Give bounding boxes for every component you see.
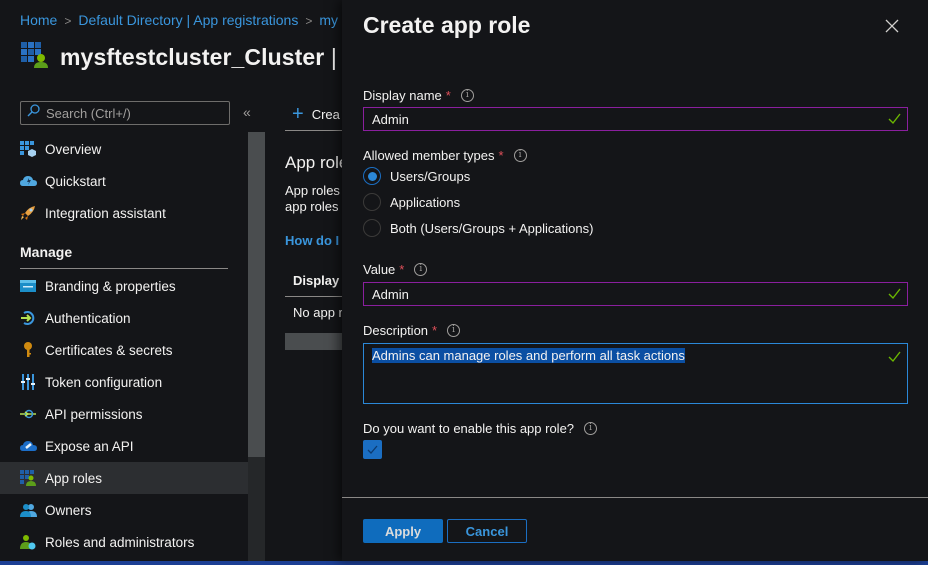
display-name-field[interactable] <box>363 107 908 131</box>
cloud-lightning-icon <box>19 172 37 190</box>
required-marker: * <box>498 148 504 163</box>
overview-grid-icon <box>19 140 37 158</box>
description-textarea[interactable]: Admins can manage roles and perform all … <box>363 343 908 404</box>
app-registration-icon <box>20 40 50 75</box>
sidebar-item-token-configuration[interactable]: Token configuration <box>0 366 248 398</box>
enable-checkbox[interactable] <box>363 440 382 459</box>
apply-button[interactable]: Apply <box>363 519 443 543</box>
chevron-right-icon: > <box>305 14 313 28</box>
breadcrumb-home[interactable]: Home <box>20 12 57 28</box>
panel-title: Create app role <box>363 12 531 38</box>
authentication-icon <box>19 309 37 327</box>
sidebar-section-manage: Manage <box>20 244 73 260</box>
breadcrumb-app[interactable]: my <box>319 12 338 28</box>
sidebar-divider <box>20 268 228 269</box>
display-name-input[interactable] <box>372 111 907 127</box>
sidebar-item-expose-api[interactable]: Expose an API <box>0 430 248 462</box>
key-icon <box>19 341 37 359</box>
info-icon[interactable]: i <box>460 89 474 102</box>
owners-icon <box>19 501 37 519</box>
member-types-label: Allowed member types * i <box>363 148 527 163</box>
collapse-sidebar-button[interactable]: « <box>243 104 251 120</box>
radio-checked-icon[interactable] <box>363 167 381 185</box>
radio-unchecked-icon[interactable] <box>363 219 381 237</box>
value-label: Value * i <box>363 262 428 277</box>
radio-both[interactable]: Both (Users/Groups + Applications) <box>363 219 593 237</box>
radio-unchecked-icon[interactable] <box>363 193 381 211</box>
create-app-role-button[interactable]: + Crea <box>292 104 340 124</box>
empty-table-message: No app r <box>293 305 343 320</box>
valid-check-icon <box>888 351 901 363</box>
value-input[interactable] <box>372 286 907 302</box>
command-bar-divider <box>285 130 345 131</box>
plus-icon: + <box>292 103 304 125</box>
footer-divider <box>342 497 928 498</box>
sidebar-item-branding[interactable]: Branding & properties <box>0 270 248 302</box>
required-marker: * <box>445 88 451 103</box>
page-title-row: mysftestcluster_Cluster | A <box>20 40 358 75</box>
close-icon <box>885 19 899 33</box>
required-marker: * <box>432 323 438 338</box>
sidebar-item-roles-administrators[interactable]: Roles and administrators <box>0 526 248 558</box>
info-icon[interactable]: i <box>513 149 527 162</box>
page-title: mysftestcluster_Cluster | A <box>60 44 358 70</box>
breadcrumb-app-registrations[interactable]: Default Directory | App registrations <box>78 12 298 28</box>
valid-check-icon <box>888 288 901 300</box>
api-permissions-icon <box>19 405 37 423</box>
valid-check-icon <box>888 113 901 125</box>
radio-users-groups[interactable]: Users/Groups <box>363 167 470 185</box>
required-marker: * <box>399 262 405 277</box>
sidebar-item-authentication[interactable]: Authentication <box>0 302 248 334</box>
sidebar-item-quickstart[interactable]: Quickstart <box>0 165 248 197</box>
sidebar-item-overview[interactable]: Overview <box>0 133 248 165</box>
bottom-strip <box>0 561 928 565</box>
sidebar-item-certificates[interactable]: Certificates & secrets <box>0 334 248 366</box>
sidebar-scrollbar-thumb[interactable] <box>248 132 265 457</box>
rocket-icon <box>19 204 37 222</box>
breadcrumb: Home > Default Directory | App registratio… <box>20 12 338 28</box>
cancel-button[interactable]: Cancel <box>447 519 527 543</box>
cloud-api-icon <box>19 437 37 455</box>
display-name-label: Display name * i <box>363 88 474 103</box>
sidebar-item-integration-assistant[interactable]: Integration assistant <box>0 197 248 229</box>
content-heading: App role <box>285 153 349 172</box>
sidebar-item-owners[interactable]: Owners <box>0 494 248 526</box>
info-icon[interactable]: i <box>414 263 428 276</box>
sidebar-item-app-roles[interactable]: App roles <box>0 462 248 494</box>
table-header-divider <box>285 296 345 297</box>
how-do-i-link[interactable]: How do I <box>285 233 339 248</box>
app-roles-icon <box>19 469 37 487</box>
enable-label: Do you want to enable this app role? i <box>363 421 598 436</box>
description-text[interactable]: Admins can manage roles and perform all … <box>372 348 685 363</box>
search-icon <box>27 104 40 122</box>
value-field[interactable] <box>363 282 908 306</box>
content-description: App roles app roles a <box>285 183 350 214</box>
roles-admin-icon <box>19 533 37 551</box>
checkmark-icon <box>367 445 378 454</box>
sidebar-search[interactable] <box>20 101 230 125</box>
chevron-right-icon: > <box>64 14 72 28</box>
create-app-role-panel: Create app role Display name * i Allowed… <box>342 0 928 561</box>
sidebar-scrollbar[interactable] <box>248 132 265 562</box>
sliders-icon <box>19 373 37 391</box>
sidebar-item-api-permissions[interactable]: API permissions <box>0 398 248 430</box>
info-icon[interactable]: i <box>447 324 461 337</box>
radio-applications[interactable]: Applications <box>363 193 460 211</box>
branding-icon <box>19 277 37 295</box>
info-icon[interactable]: i <box>584 422 598 435</box>
table-horizontal-scrollbar[interactable] <box>285 333 345 350</box>
search-input[interactable] <box>46 105 216 121</box>
close-button[interactable] <box>882 16 902 36</box>
description-label: Description * i <box>363 323 461 338</box>
